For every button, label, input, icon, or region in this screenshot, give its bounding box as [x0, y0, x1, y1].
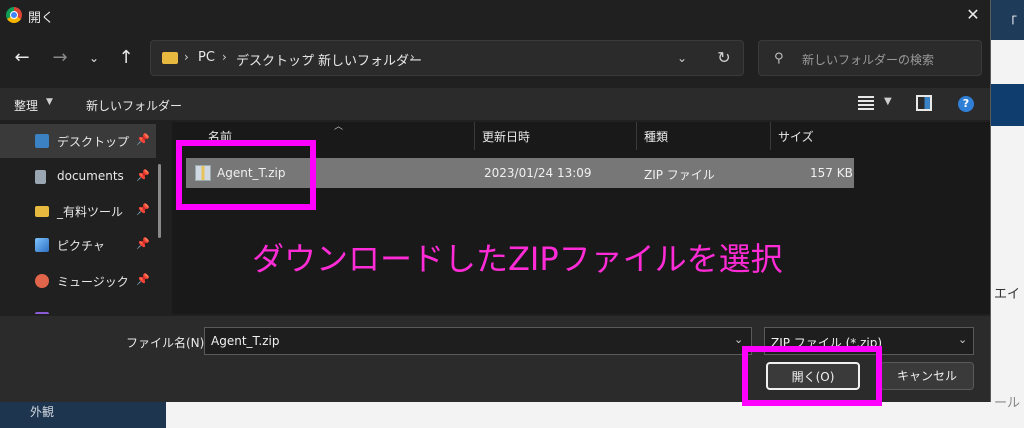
- column-divider[interactable]: [636, 122, 637, 150]
- background-app: [990, 0, 1024, 428]
- background-fragment: エイ: [994, 287, 1021, 302]
- sidebar-scrollbar[interactable]: [158, 164, 161, 238]
- filename-dropdown-icon[interactable]: ⌄: [734, 333, 743, 346]
- back-icon[interactable]: ←: [8, 44, 36, 72]
- column-divider[interactable]: [770, 122, 771, 150]
- sidebar-item-documents[interactable]: documents 📌: [0, 160, 156, 194]
- view-options-icon[interactable]: [858, 96, 874, 110]
- column-header-type[interactable]: 種類: [644, 128, 668, 145]
- title-bar: [0, 0, 990, 30]
- sidebar-item-pictures[interactable]: ピクチャ 📌: [0, 228, 156, 262]
- file-date: 2023/01/24 13:09: [484, 166, 592, 180]
- search-icon: ⚲: [774, 51, 784, 66]
- highlight-box-open: [742, 346, 882, 406]
- sidebar-item-partial[interactable]: [0, 302, 156, 314]
- breadcrumb-separator: ›: [304, 50, 309, 64]
- file-size: 157 KB: [810, 166, 853, 180]
- music-icon: [35, 274, 49, 288]
- pin-icon: 📌: [136, 133, 150, 146]
- filename-label: ファイル名(N):: [126, 336, 209, 350]
- background-fragment: ール: [994, 396, 1021, 411]
- recent-locations-icon[interactable]: ⌄: [80, 44, 108, 72]
- refresh-icon[interactable]: ↻: [712, 46, 736, 70]
- sidebar-item-paid-tools[interactable]: _有料ツール 📌: [0, 194, 156, 228]
- file-type: ZIP ファイル: [644, 168, 715, 182]
- sidebar-item-label: ミュージック: [57, 275, 129, 289]
- forward-icon[interactable]: →: [46, 44, 74, 72]
- filename-field[interactable]: Agent_T.zip: [204, 327, 752, 355]
- video-icon: [35, 312, 49, 314]
- navigation-pane: デスクトップ 📌 documents 📌 _有料ツール 📌 ピクチャ 📌 ミュー…: [0, 122, 166, 314]
- pin-icon: 📌: [136, 273, 150, 286]
- breadcrumb-separator: ›: [410, 50, 415, 64]
- view-caret-icon[interactable]: ▼: [884, 96, 892, 107]
- sidebar-item-label: documents: [57, 169, 124, 183]
- highlight-box-file: [176, 140, 316, 210]
- breadcrumb-separator: ›: [184, 50, 189, 64]
- breadcrumb-pc[interactable]: PC: [198, 50, 215, 65]
- folder-icon: [162, 52, 178, 64]
- breadcrumb-desktop[interactable]: デスクトップ: [236, 50, 314, 69]
- background-fragment: 「: [1004, 16, 1018, 31]
- background-banner: [990, 84, 1024, 126]
- pin-icon: 📌: [136, 237, 150, 250]
- background-sidebar: [0, 400, 166, 428]
- folder-icon: [35, 206, 49, 217]
- column-divider[interactable]: [474, 122, 475, 150]
- filetype-dropdown-icon[interactable]: ⌄: [958, 333, 967, 346]
- breadcrumb-new-folder[interactable]: 新しいフォルダー: [318, 50, 422, 69]
- sidebar-item-label: _有料ツール: [57, 205, 124, 219]
- background-sidebar-text: 外観: [30, 405, 55, 419]
- annotation-text: ダウンロードしたZIPファイルを選択: [252, 240, 783, 278]
- sidebar-item-music[interactable]: ミュージック 📌: [0, 264, 156, 298]
- sidebar-item-desktop[interactable]: デスクトップ 📌: [0, 124, 156, 158]
- desktop-icon: [35, 134, 49, 148]
- sort-ascending-icon: ︿: [334, 122, 344, 132]
- document-icon: [35, 170, 46, 184]
- address-dropdown-icon[interactable]: ⌄: [672, 48, 692, 68]
- organize-caret-icon: ▼: [46, 97, 53, 107]
- pin-icon: 📌: [136, 203, 150, 216]
- close-button[interactable]: ✕: [956, 0, 990, 30]
- preview-pane-icon[interactable]: [916, 95, 932, 111]
- sidebar-item-label: ピクチャ: [57, 239, 105, 253]
- window-title: 開く: [28, 11, 55, 26]
- pin-icon: 📌: [136, 169, 150, 182]
- up-icon[interactable]: ↑: [112, 44, 140, 72]
- picture-icon: [35, 238, 49, 252]
- sidebar-item-label: デスクトップ: [57, 135, 130, 149]
- new-folder-button[interactable]: 新しいフォルダー: [86, 97, 182, 114]
- organize-button[interactable]: 整理: [14, 97, 38, 114]
- breadcrumb-separator: ›: [222, 50, 227, 64]
- help-icon[interactable]: ?: [958, 96, 974, 112]
- cancel-button[interactable]: キャンセル: [880, 362, 974, 390]
- search-placeholder: 新しいフォルダーの検索: [802, 53, 935, 67]
- chrome-icon: [6, 7, 22, 23]
- column-header-date[interactable]: 更新日時: [482, 128, 530, 145]
- column-header-size[interactable]: サイズ: [778, 128, 814, 145]
